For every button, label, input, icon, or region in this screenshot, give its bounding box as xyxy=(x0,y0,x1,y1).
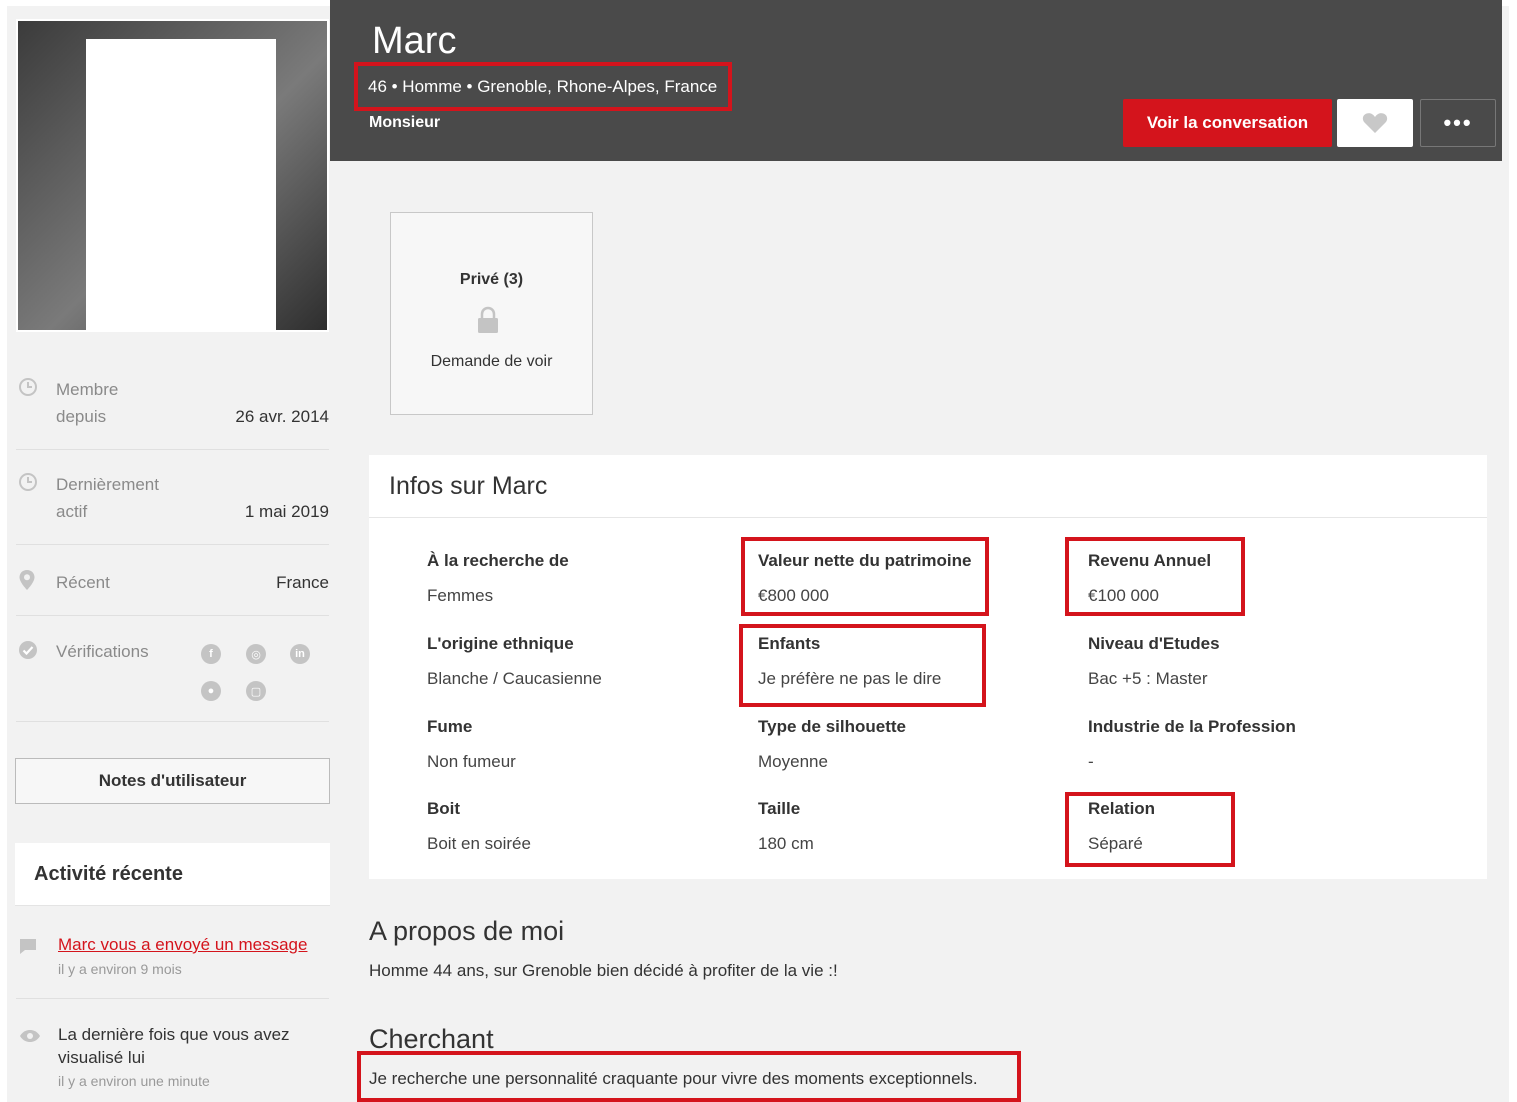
last-active-label-1: Dernièrement xyxy=(56,475,159,494)
member-since-value: 26 avr. 2014 xyxy=(235,407,329,426)
lock-icon xyxy=(478,306,498,333)
profile-meta: 46 • Homme • Grenoble, Rhone-Alpes, Fran… xyxy=(368,77,718,96)
activity-divider xyxy=(16,998,329,999)
field-value-height: 180 cm xyxy=(758,834,814,853)
activity-message-time: il y a environ 9 mois xyxy=(58,961,182,977)
view-conversation-button[interactable]: Voir la conversation xyxy=(1123,99,1332,147)
activity-message-link[interactable]: Marc vous a envoyé un message xyxy=(58,935,307,955)
heart-icon xyxy=(1362,113,1388,133)
verifications-label: Vérifications xyxy=(56,642,149,661)
linkedin-icon: in xyxy=(290,644,310,664)
field-value-smoking: Non fumeur xyxy=(427,752,516,771)
profile-tagline: Monsieur xyxy=(369,114,441,131)
private-photos-title: Privé (3) xyxy=(459,271,524,288)
profile-name: Marc xyxy=(372,20,457,62)
member-since-label-1: Membre xyxy=(56,380,119,399)
highlight-box-children xyxy=(739,624,986,707)
field-label-industry: Industrie de la Profession xyxy=(1088,717,1296,736)
recent-value: France xyxy=(276,573,329,592)
info-divider xyxy=(369,517,1487,518)
field-label-education: Niveau d'Etudes xyxy=(1088,634,1220,653)
field-value-education: Bac +5 : Master xyxy=(1088,669,1208,688)
highlight-box-net-worth xyxy=(741,537,989,616)
message-icon xyxy=(20,939,36,954)
last-active-value: 1 mai 2019 xyxy=(244,502,329,521)
recent-activity-title: Activité récente xyxy=(34,863,183,885)
field-value-body-type: Moyenne xyxy=(758,752,828,771)
verifications-row: Vérifications f ◎ in ● ▢ xyxy=(16,630,329,722)
clock-icon xyxy=(19,378,37,396)
info-section-title: Infos sur Marc xyxy=(389,472,548,500)
field-label-ethnicity: L'origine ethnique xyxy=(427,634,574,653)
field-label-height: Taille xyxy=(758,799,801,818)
member-since-row: Membre depuis 26 avr. 2014 xyxy=(16,372,329,450)
private-photos-card[interactable]: Privé (3) Demande de voir xyxy=(390,212,593,415)
activity-view-line-1: La dernière fois que vous avez xyxy=(58,1025,290,1044)
facebook-icon: f xyxy=(201,644,221,664)
more-options-button[interactable]: ••• xyxy=(1420,99,1496,147)
seeking-text: Je recherche une personnalité craquante … xyxy=(369,1069,978,1088)
activity-view-line-2: visualisé lui xyxy=(58,1048,145,1067)
about-me-title: A propos de moi xyxy=(369,916,565,946)
recent-activity-header: Activité récente xyxy=(15,843,330,906)
member-since-label-2: depuis xyxy=(56,407,107,426)
field-label-seeking: À la recherche de xyxy=(427,551,569,570)
field-value-ethnicity: Blanche / Caucasienne xyxy=(427,669,602,688)
photo-verified-icon: ▢ xyxy=(246,681,266,701)
highlight-box-annual-income xyxy=(1065,537,1245,616)
field-label-smoking: Fume xyxy=(427,717,473,736)
field-value-industry: - xyxy=(1088,752,1094,771)
about-me-text: Homme 44 ans, sur Grenoble bien décidé à… xyxy=(369,961,838,980)
field-value-seeking: Femmes xyxy=(427,586,494,605)
check-badge-icon xyxy=(19,641,37,659)
activity-view-time: il y a environ une minute xyxy=(58,1073,210,1089)
last-active-row: Dernièrement actif 1 mai 2019 xyxy=(16,467,329,545)
clock-icon xyxy=(19,473,37,491)
field-label-drinking: Boit xyxy=(427,799,461,818)
recent-location-row: Récent France xyxy=(16,560,329,616)
recent-label: Récent xyxy=(56,573,110,592)
favorite-button[interactable] xyxy=(1337,99,1413,147)
instagram-icon: ◎ xyxy=(246,644,266,664)
user-id-icon: ● xyxy=(201,681,221,701)
location-pin-icon xyxy=(19,570,35,590)
request-access-label[interactable]: Demande de voir xyxy=(391,353,592,371)
eye-icon xyxy=(20,1030,40,1042)
field-label-body-type: Type de silhouette xyxy=(758,717,906,736)
last-active-label-2: actif xyxy=(56,502,88,521)
highlight-box-relationship xyxy=(1065,792,1235,867)
photo-redaction xyxy=(86,39,276,330)
field-value-drinking: Boit en soirée xyxy=(427,834,531,853)
user-notes-button[interactable]: Notes d'utilisateur xyxy=(15,758,330,804)
